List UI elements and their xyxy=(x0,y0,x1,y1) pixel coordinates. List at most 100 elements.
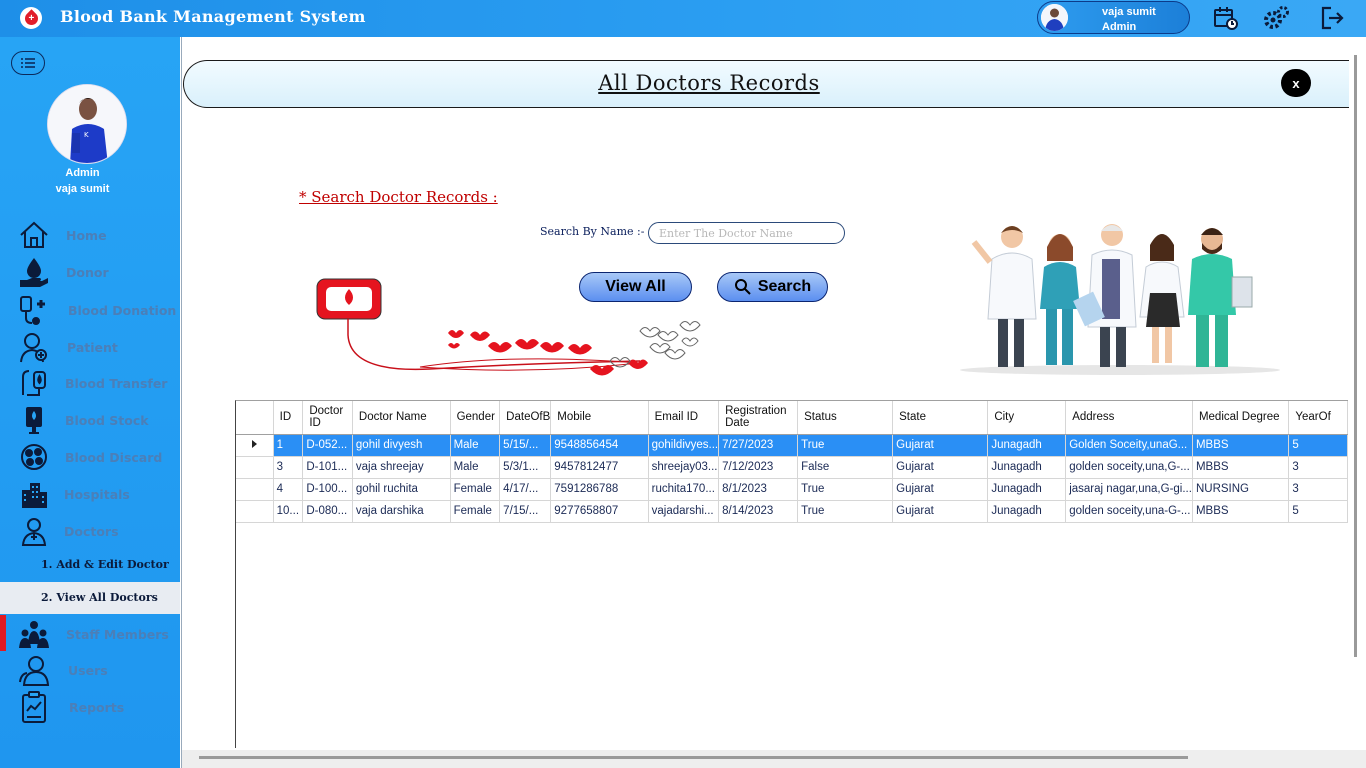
sidebar-item-reports[interactable]: Reports xyxy=(0,690,180,724)
cell-medical-degree[interactable]: NURSING xyxy=(1192,478,1290,501)
cell-doctor-name[interactable]: vaja darshika xyxy=(352,500,451,523)
cell-medical-degree[interactable]: MBBS xyxy=(1192,434,1290,457)
cell-id[interactable]: 10... xyxy=(273,500,304,523)
cell-mobile[interactable]: 9548856454 xyxy=(550,434,649,457)
calendar-clock-icon[interactable] xyxy=(1213,5,1239,31)
cell-doctor-name[interactable]: gohil ruchita xyxy=(352,478,451,501)
row-selector[interactable] xyxy=(236,500,274,523)
sidebar-item-users[interactable]: Users xyxy=(0,653,180,687)
table-row[interactable]: 3 D-101... vaja shreejay Male 5/3/1... 9… xyxy=(236,456,1348,479)
cell-gender[interactable]: Male xyxy=(450,456,501,479)
vertical-scrollbar[interactable] xyxy=(1354,55,1357,657)
cell-year[interactable]: 3 xyxy=(1288,456,1348,479)
column-header[interactable]: Doctor ID xyxy=(302,401,353,435)
column-header[interactable]: ID xyxy=(273,401,304,435)
cell-doctor-id[interactable]: D-080... xyxy=(302,500,353,523)
sidebar-item-staff-members[interactable]: Staff Members xyxy=(0,617,180,651)
cell-registration-date[interactable]: 8/1/2023 xyxy=(718,478,799,501)
cell-id[interactable]: 4 xyxy=(273,478,304,501)
settings-gears-icon[interactable] xyxy=(1263,5,1289,31)
cell-email[interactable]: vajadarshi... xyxy=(648,500,720,523)
sidebar-item-donor[interactable]: Donor xyxy=(0,255,180,289)
cell-state[interactable]: Gujarat xyxy=(892,434,989,457)
cell-registration-date[interactable]: 7/27/2023 xyxy=(718,434,799,457)
doctor-name-search-input[interactable] xyxy=(648,222,845,244)
cell-address[interactable]: jasaraj nagar,una,G-gi... xyxy=(1065,478,1193,501)
cell-status[interactable]: True xyxy=(797,500,894,523)
logout-icon[interactable] xyxy=(1319,5,1345,31)
sidebar-item-doctors[interactable]: Doctors xyxy=(0,514,180,548)
sidebar-item-blood-stock[interactable]: Blood Stock xyxy=(0,403,180,437)
cell-dob[interactable]: 7/15/... xyxy=(499,500,552,523)
sidebar-item-hospitals[interactable]: Hospitals xyxy=(0,477,180,511)
sidebar-subitem-add-edit-doctor[interactable]: 1. Add & Edit Doctor xyxy=(0,549,180,581)
sidebar-item-blood-discard[interactable]: Blood Discard xyxy=(0,440,180,474)
cell-gender[interactable]: Female xyxy=(450,478,501,501)
cell-gender[interactable]: Male xyxy=(450,434,501,457)
cell-state[interactable]: Gujarat xyxy=(892,456,989,479)
row-selector[interactable] xyxy=(236,456,274,479)
cell-registration-date[interactable]: 8/14/2023 xyxy=(718,500,799,523)
cell-registration-date[interactable]: 7/12/2023 xyxy=(718,456,799,479)
cell-year[interactable]: 5 xyxy=(1288,500,1348,523)
table-row[interactable]: 4 D-100... gohil ruchita Female 4/17/...… xyxy=(236,478,1348,501)
row-selector[interactable] xyxy=(236,478,274,501)
cell-city[interactable]: Junagadh xyxy=(987,456,1067,479)
user-profile-chip[interactable]: vaja sumit Admin xyxy=(1037,1,1190,34)
column-header[interactable]: DateOfB xyxy=(499,401,552,435)
cell-email[interactable]: gohildivyes... xyxy=(648,434,720,457)
cell-medical-degree[interactable]: MBBS xyxy=(1192,456,1290,479)
column-header[interactable]: Status xyxy=(797,401,894,435)
horizontal-scrollbar-thumb[interactable] xyxy=(199,756,1188,759)
cell-year[interactable]: 5 xyxy=(1288,434,1348,457)
cell-status[interactable]: False xyxy=(797,456,894,479)
column-header[interactable]: State xyxy=(892,401,989,435)
cell-doctor-id[interactable]: D-101... xyxy=(302,456,353,479)
column-header[interactable]: City xyxy=(987,401,1067,435)
cell-address[interactable]: Golden Soceity,unaG... xyxy=(1065,434,1193,457)
cell-mobile[interactable]: 7591286788 xyxy=(550,478,649,501)
column-header[interactable]: Registration Date xyxy=(718,401,799,435)
cell-medical-degree[interactable]: MBBS xyxy=(1192,500,1290,523)
cell-city[interactable]: Junagadh xyxy=(987,500,1067,523)
cell-doctor-id[interactable]: D-052... xyxy=(302,434,353,457)
close-button[interactable]: x xyxy=(1281,69,1311,97)
cell-status[interactable]: True xyxy=(797,478,894,501)
column-header[interactable]: Doctor Name xyxy=(352,401,451,435)
cell-state[interactable]: Gujarat xyxy=(892,500,989,523)
cell-mobile[interactable]: 9457812477 xyxy=(550,456,649,479)
cell-address[interactable]: golden soceity,una,G-... xyxy=(1065,456,1193,479)
sidebar-item-home[interactable]: Home xyxy=(0,218,180,252)
cell-email[interactable]: ruchita170... xyxy=(648,478,720,501)
cell-gender[interactable]: Female xyxy=(450,500,501,523)
column-header[interactable]: YearOf xyxy=(1288,401,1348,435)
sidebar-item-blood-transfer[interactable]: Blood Transfer xyxy=(0,366,180,400)
sidebar-subitem-view-all-doctors[interactable]: 2. View All Doctors xyxy=(0,582,180,614)
cell-dob[interactable]: 5/15/... xyxy=(499,434,552,457)
table-row[interactable]: 1 D-052... gohil divyesh Male 5/15/... 9… xyxy=(236,434,1348,457)
doctors-records-grid[interactable]: ID Doctor ID Doctor Name Gender DateOfB … xyxy=(235,400,1348,748)
cell-id[interactable]: 3 xyxy=(273,456,304,479)
cell-status[interactable]: True xyxy=(797,434,894,457)
column-header[interactable]: Address xyxy=(1065,401,1193,435)
cell-email[interactable]: shreejay03... xyxy=(648,456,720,479)
menu-toggle-button[interactable] xyxy=(11,51,45,75)
cell-dob[interactable]: 4/17/... xyxy=(499,478,552,501)
cell-id[interactable]: 1 xyxy=(273,434,304,457)
cell-city[interactable]: Junagadh xyxy=(987,478,1067,501)
cell-mobile[interactable]: 9277658807 xyxy=(550,500,649,523)
cell-state[interactable]: Gujarat xyxy=(892,478,989,501)
sidebar-item-blood-donation[interactable]: Blood Donation xyxy=(0,293,180,327)
column-header[interactable]: Mobile xyxy=(550,401,649,435)
horizontal-scroll-track[interactable] xyxy=(182,750,1366,768)
column-header[interactable]: Medical Degree xyxy=(1192,401,1290,435)
cell-address[interactable]: golden soceity,una-G-... xyxy=(1065,500,1193,523)
cell-doctor-name[interactable]: gohil divyesh xyxy=(352,434,451,457)
table-row[interactable]: 10... D-080... vaja darshika Female 7/15… xyxy=(236,500,1348,523)
cell-city[interactable]: Junagadh xyxy=(987,434,1067,457)
cell-doctor-id[interactable]: D-100... xyxy=(302,478,353,501)
column-header[interactable]: Gender xyxy=(450,401,501,435)
search-button[interactable]: Search xyxy=(717,272,828,302)
cell-dob[interactable]: 5/3/1... xyxy=(499,456,552,479)
row-selector[interactable] xyxy=(236,434,274,457)
